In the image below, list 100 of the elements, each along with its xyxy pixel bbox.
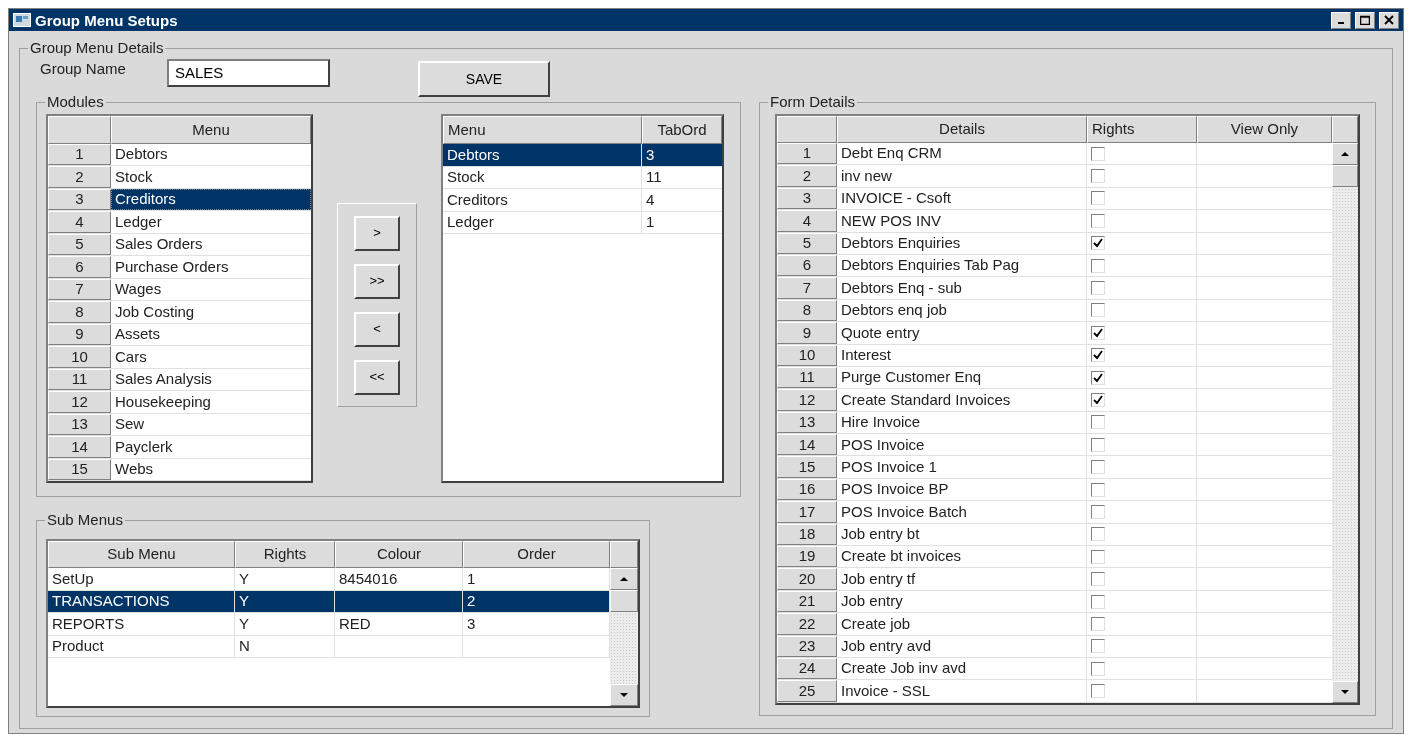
table-row[interactable]: REPORTS Y RED 3 bbox=[48, 613, 610, 636]
checkbox[interactable] bbox=[1091, 482, 1105, 497]
table-cell: Job entry bbox=[837, 590, 1087, 613]
menu-item[interactable]: Purchase Orders bbox=[111, 256, 311, 278]
checkbox[interactable] bbox=[1091, 549, 1105, 564]
menu-item[interactable]: Assets bbox=[111, 323, 311, 345]
save-button[interactable]: SAVE bbox=[418, 61, 550, 97]
scrollbar[interactable] bbox=[610, 568, 638, 706]
scroll-down-button[interactable] bbox=[1332, 681, 1358, 703]
checkbox[interactable] bbox=[1091, 370, 1105, 385]
close-button[interactable] bbox=[1379, 11, 1399, 29]
table-row[interactable]: Stock 11 bbox=[443, 166, 722, 189]
checkbox[interactable] bbox=[1091, 504, 1105, 519]
checkbox[interactable] bbox=[1091, 348, 1105, 363]
checkbox[interactable] bbox=[1091, 393, 1105, 407]
menu-item[interactable]: Creditors bbox=[111, 188, 311, 210]
table-row[interactable]: Ledger 1 bbox=[443, 211, 722, 234]
menu-item[interactable]: Sew bbox=[111, 413, 311, 435]
row-number: 17 bbox=[777, 501, 837, 523]
table-cell-text: 1 bbox=[645, 212, 656, 232]
scroll-thumb[interactable] bbox=[610, 590, 638, 612]
table-row[interactable]: TRANSACTIONS Y 2 bbox=[48, 590, 610, 613]
column-header[interactable]: TabOrd bbox=[642, 116, 722, 144]
table-cell: Invoice - SSL bbox=[837, 680, 1087, 702]
table-row[interactable]: Debtors 3 bbox=[443, 144, 722, 167]
menu-item[interactable]: Payclerk bbox=[111, 436, 311, 458]
checkbox[interactable] bbox=[1091, 437, 1105, 452]
column-header[interactable]: Details bbox=[837, 116, 1087, 143]
row-number: 25 bbox=[777, 680, 837, 702]
table-cell: Y bbox=[235, 613, 335, 635]
checkbox[interactable] bbox=[1091, 281, 1105, 296]
checkbox[interactable] bbox=[1091, 594, 1105, 609]
column-header[interactable]: Menu bbox=[443, 116, 642, 144]
table-cell: Debtors Enquiries bbox=[837, 232, 1087, 254]
checkbox[interactable] bbox=[1091, 684, 1105, 699]
column-header[interactable]: Rights bbox=[235, 541, 335, 568]
table-cell: RED bbox=[335, 613, 463, 635]
menu-item[interactable]: Ledger bbox=[111, 211, 311, 233]
row-number: 2 bbox=[48, 166, 111, 188]
row-number: 16 bbox=[777, 478, 837, 501]
group-name-field[interactable]: SALES bbox=[167, 59, 330, 87]
move-button[interactable]: < bbox=[354, 311, 400, 347]
column-header[interactable]: Rights bbox=[1087, 116, 1197, 143]
table-cell: Job entry bt bbox=[837, 523, 1087, 546]
menu-item[interactable]: Sales Orders bbox=[111, 233, 311, 255]
checkbox[interactable] bbox=[1091, 213, 1105, 228]
scroll-down-button[interactable] bbox=[610, 684, 638, 706]
table-cell: Stock bbox=[443, 166, 642, 188]
checkbox[interactable] bbox=[1091, 258, 1105, 273]
table-row[interactable]: SetUp Y 8454016 1 bbox=[48, 568, 610, 591]
column-header[interactable]: Order bbox=[463, 541, 610, 568]
maximize-button[interactable] bbox=[1355, 11, 1375, 29]
row-number: 5 bbox=[48, 233, 111, 255]
move-button[interactable]: > bbox=[354, 215, 400, 251]
table-cell: Creditors bbox=[443, 189, 642, 211]
menu-item[interactable]: Wages bbox=[111, 278, 311, 300]
table-cell: POS Invoice 1 bbox=[837, 456, 1087, 478]
row-number: 9 bbox=[48, 323, 111, 345]
checkbox[interactable] bbox=[1091, 236, 1105, 251]
checkbox[interactable] bbox=[1091, 169, 1105, 184]
move-button[interactable]: >> bbox=[354, 263, 400, 299]
checkbox[interactable] bbox=[1091, 325, 1105, 340]
scroll-up-button[interactable] bbox=[610, 568, 638, 590]
table-cell: Debtors Enquiries Tab Pag bbox=[837, 254, 1087, 277]
table-cell: NEW POS INV bbox=[837, 210, 1087, 232]
row-number: 5 bbox=[777, 232, 837, 254]
checkbox[interactable] bbox=[1091, 191, 1105, 206]
scrollbar[interactable] bbox=[1332, 143, 1358, 703]
table-cell-text: 3 bbox=[645, 144, 656, 165]
checkbox[interactable] bbox=[1091, 527, 1105, 542]
checkbox[interactable] bbox=[1091, 616, 1105, 631]
column-header[interactable]: View Only bbox=[1197, 116, 1332, 143]
table-cell: TRANSACTIONS bbox=[48, 590, 235, 612]
move-button[interactable]: << bbox=[354, 359, 400, 395]
column-header[interactable]: Sub Menu bbox=[48, 541, 235, 568]
checkbox[interactable] bbox=[1091, 303, 1105, 318]
menu-item[interactable]: Sales Analysis bbox=[111, 368, 311, 390]
row-number: 23 bbox=[777, 635, 837, 657]
menu-item[interactable]: Housekeeping bbox=[111, 391, 311, 413]
minimize-button[interactable] bbox=[1331, 11, 1351, 29]
menu-item[interactable]: Stock bbox=[111, 166, 311, 188]
group-name-label: Group Name bbox=[40, 58, 127, 79]
scroll-up-button[interactable] bbox=[1332, 143, 1358, 165]
checkbox[interactable] bbox=[1091, 661, 1105, 676]
menu-item[interactable]: Debtors bbox=[111, 143, 311, 165]
checkbox[interactable] bbox=[1091, 460, 1105, 475]
checkbox[interactable] bbox=[1091, 639, 1105, 654]
table-row[interactable]: Product N bbox=[48, 635, 610, 658]
row-number: 20 bbox=[777, 568, 837, 590]
menu-item[interactable]: Job Costing bbox=[111, 301, 311, 323]
checkbox[interactable] bbox=[1091, 146, 1105, 161]
table-row[interactable]: Creditors 4 bbox=[443, 189, 722, 212]
menu-item[interactable]: Cars bbox=[111, 346, 311, 368]
checkbox[interactable] bbox=[1091, 415, 1105, 430]
menu-item[interactable]: Webs bbox=[111, 458, 311, 480]
checkbox[interactable] bbox=[1091, 572, 1105, 587]
column-header[interactable]: Menu bbox=[111, 116, 311, 144]
scroll-thumb[interactable] bbox=[1332, 165, 1358, 187]
column-header[interactable]: Colour bbox=[335, 541, 463, 568]
window-title: Group Menu Setups bbox=[35, 12, 178, 28]
